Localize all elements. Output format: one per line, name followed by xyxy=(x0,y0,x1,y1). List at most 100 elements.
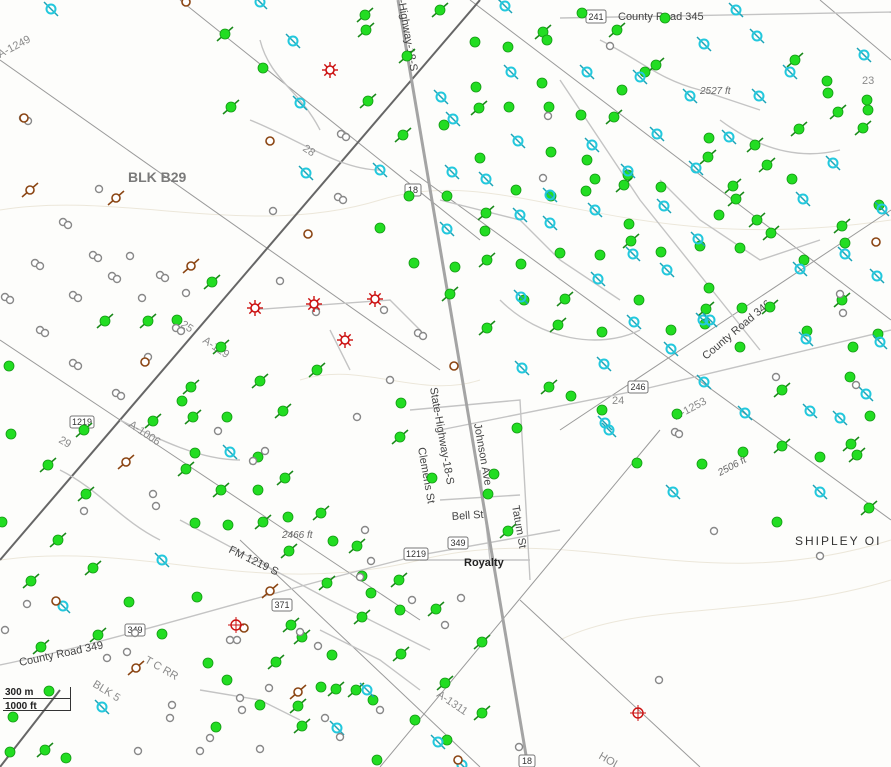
oil-well-icon[interactable] xyxy=(326,649,338,661)
plugged-well-icon[interactable] xyxy=(79,506,89,516)
oil-well-icon[interactable] xyxy=(77,486,95,502)
oil-well-icon[interactable] xyxy=(282,511,294,523)
oil-well-icon[interactable] xyxy=(479,225,491,237)
plugged-well-icon[interactable] xyxy=(413,328,428,341)
oil-well-icon[interactable] xyxy=(280,543,298,559)
plugged-well-icon[interactable] xyxy=(709,526,719,536)
oil-well-icon[interactable] xyxy=(647,57,665,73)
oil-well-icon[interactable] xyxy=(862,104,874,116)
plugged-well-icon[interactable] xyxy=(605,41,615,51)
dry-hole-icon[interactable] xyxy=(289,684,307,700)
oil-well-icon[interactable] xyxy=(327,535,339,547)
oil-well-icon[interactable] xyxy=(623,218,635,230)
oil-well-icon[interactable] xyxy=(594,249,606,261)
plugged-well-icon[interactable] xyxy=(68,290,83,303)
oil-well-icon[interactable] xyxy=(482,488,494,500)
oil-well-icon[interactable] xyxy=(395,397,407,409)
oil-well-icon[interactable] xyxy=(394,127,412,143)
oil-well-icon[interactable] xyxy=(0,516,8,528)
oil-well-icon[interactable] xyxy=(699,149,717,165)
oil-well-icon[interactable] xyxy=(736,302,748,314)
map-layer[interactable]: 241 18 18 1219 1219 246 349 349 371 BLK … xyxy=(0,0,891,767)
gas-well-icon[interactable] xyxy=(626,314,642,330)
plugged-well-icon[interactable] xyxy=(88,250,103,263)
oil-well-icon[interactable] xyxy=(139,313,157,329)
oil-well-icon[interactable] xyxy=(515,258,527,270)
oil-well-icon[interactable] xyxy=(864,410,876,422)
plugged-well-icon[interactable] xyxy=(407,595,417,605)
oil-well-icon[interactable] xyxy=(431,2,449,18)
plugged-well-icon[interactable] xyxy=(137,293,147,303)
gas-well-icon[interactable] xyxy=(690,231,706,247)
oil-well-icon[interactable] xyxy=(478,252,496,268)
oil-well-icon[interactable] xyxy=(734,341,746,353)
gas-well-icon[interactable] xyxy=(372,162,388,178)
oil-well-icon[interactable] xyxy=(655,246,667,258)
gas-well-icon[interactable] xyxy=(597,415,613,431)
gas-well-icon[interactable] xyxy=(825,155,841,171)
oil-well-icon[interactable] xyxy=(543,101,555,113)
location-target-icon[interactable] xyxy=(630,705,646,721)
oil-well-icon[interactable] xyxy=(254,699,266,711)
plugged-well-icon[interactable] xyxy=(264,683,274,693)
oil-well-icon[interactable] xyxy=(203,274,221,290)
oil-well-icon[interactable] xyxy=(576,7,588,19)
gas-well-icon[interactable] xyxy=(478,171,494,187)
gas-well-icon[interactable] xyxy=(837,246,853,262)
oil-well-icon[interactable] xyxy=(221,411,233,423)
oil-well-icon[interactable] xyxy=(773,438,791,454)
dry-hole-icon[interactable] xyxy=(21,182,39,198)
oil-well-icon[interactable] xyxy=(176,395,188,407)
gas-well-icon[interactable] xyxy=(43,1,59,17)
plugged-well-icon[interactable] xyxy=(58,217,73,230)
oil-well-icon[interactable] xyxy=(697,301,715,317)
oil-well-icon[interactable] xyxy=(177,461,195,477)
oil-well-icon[interactable] xyxy=(441,286,459,302)
oil-well-icon[interactable] xyxy=(182,379,200,395)
dry-hole-icon[interactable] xyxy=(140,357,150,367)
gas-well-icon[interactable] xyxy=(663,341,679,357)
oil-well-icon[interactable] xyxy=(511,422,523,434)
dry-hole-icon[interactable] xyxy=(107,190,125,206)
map-canvas[interactable]: 241 18 18 1219 1219 246 349 349 371 BLK … xyxy=(0,0,891,767)
oil-well-icon[interactable] xyxy=(470,81,482,93)
plugged-well-icon[interactable] xyxy=(366,556,376,566)
oil-well-icon[interactable] xyxy=(4,746,16,758)
oil-well-icon[interactable] xyxy=(565,390,577,402)
gas-well-icon[interactable] xyxy=(444,164,460,180)
oil-well-icon[interactable] xyxy=(409,714,421,726)
oil-well-icon[interactable] xyxy=(798,254,810,266)
dry-hole-icon[interactable] xyxy=(261,583,279,599)
oil-well-icon[interactable] xyxy=(441,190,453,202)
gas-well-icon[interactable] xyxy=(285,33,301,49)
oil-well-icon[interactable] xyxy=(703,282,715,294)
gas-well-icon[interactable] xyxy=(749,28,765,44)
gas-well-icon[interactable] xyxy=(359,682,375,698)
oil-well-icon[interactable] xyxy=(786,52,804,68)
plugged-well-icon[interactable] xyxy=(68,358,83,371)
oil-well-icon[interactable] xyxy=(3,360,15,372)
oil-well-icon[interactable] xyxy=(724,178,742,194)
oil-well-icon[interactable] xyxy=(503,101,515,113)
oil-well-icon[interactable] xyxy=(854,120,872,136)
plugged-well-icon[interactable] xyxy=(0,625,10,635)
oil-well-icon[interactable] xyxy=(549,317,567,333)
gas-well-icon[interactable] xyxy=(329,720,345,736)
dry-hole-icon[interactable] xyxy=(182,258,200,274)
plugged-well-icon[interactable] xyxy=(122,647,132,657)
oil-well-icon[interactable] xyxy=(478,320,496,336)
gas-well-icon[interactable] xyxy=(154,552,170,568)
plugged-well-icon[interactable] xyxy=(674,429,684,439)
plugged-well-icon[interactable] xyxy=(248,456,258,466)
plugged-well-icon[interactable] xyxy=(275,276,285,286)
gas-well-icon[interactable] xyxy=(512,207,528,223)
plugged-well-icon[interactable] xyxy=(375,705,385,715)
plugged-well-icon[interactable] xyxy=(295,627,305,637)
oil-well-icon[interactable] xyxy=(596,326,608,338)
oil-well-icon[interactable] xyxy=(144,413,162,429)
plugged-well-icon[interactable] xyxy=(654,675,664,685)
oil-well-icon[interactable] xyxy=(596,404,608,416)
gas-well-icon[interactable] xyxy=(696,36,712,52)
oil-well-icon[interactable] xyxy=(312,505,330,521)
oil-well-icon[interactable] xyxy=(359,93,377,109)
